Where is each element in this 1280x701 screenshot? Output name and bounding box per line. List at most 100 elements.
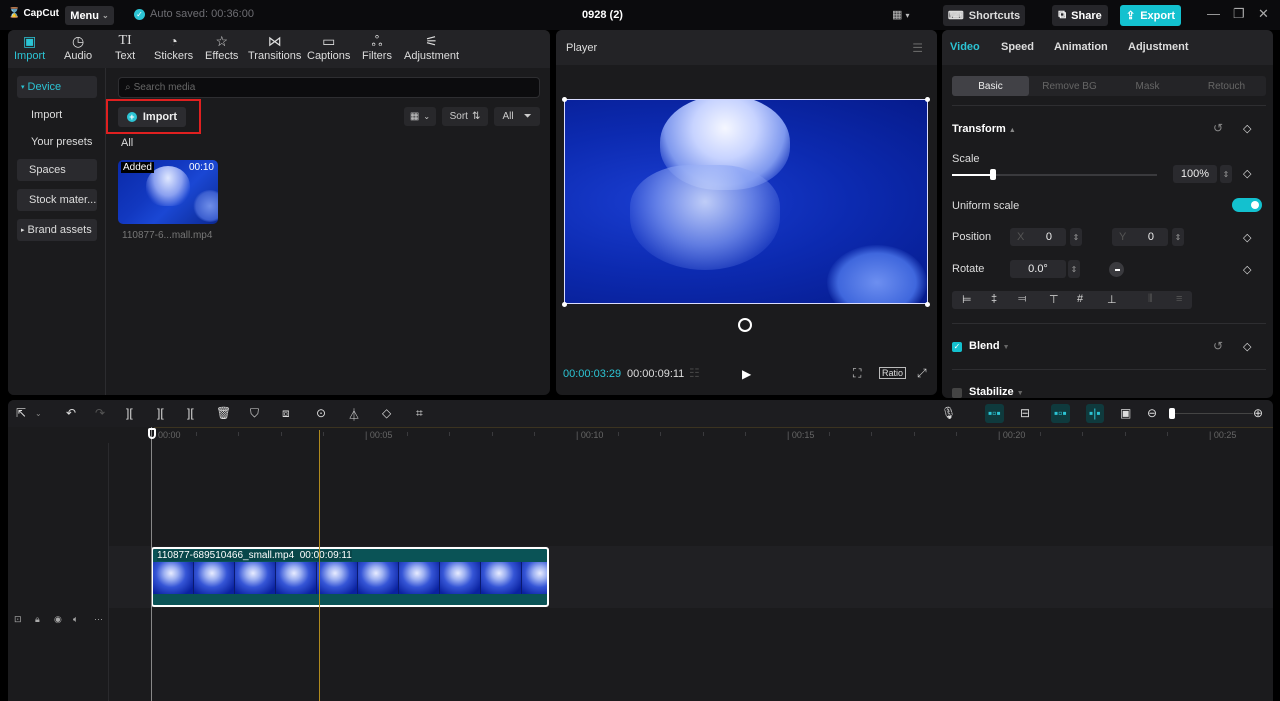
export-button[interactable]: ⇪ Export [1120,5,1181,26]
rotate-input[interactable]: 0.0° [1010,260,1066,278]
tool-adjustment[interactable]: ⚟ Adjustment [404,32,459,62]
view-mode-button[interactable]: ▦ ⌄ [404,107,436,126]
tab-adjustment[interactable]: Adjustment [1128,41,1189,53]
timeline-zoom-slider[interactable] [1175,413,1253,414]
reset-icon[interactable]: ↺ [1213,339,1223,353]
video-preview[interactable] [564,99,928,304]
tool-filters[interactable]: ஃ Filters [362,32,392,62]
microphone-icon[interactable]: 🎙 [941,406,956,420]
share-button[interactable]: ⧉ Share [1052,5,1108,26]
mark-icon[interactable]: ⛉ [250,406,259,421]
tool-transitions[interactable]: ⋈ Transitions [248,32,301,62]
undo-icon[interactable]: ↶ [66,406,76,420]
video-clip[interactable]: 110877-689510466_small.mp4 00:00:09:11 [151,547,549,607]
tab-animation[interactable]: Animation [1054,41,1108,53]
blend-title[interactable]: Blend ▼ [969,340,1010,352]
sidebar-item-spaces[interactable]: Spaces [17,159,97,181]
keyframe-icon[interactable]: ◇ [1243,263,1251,276]
player-menu-icon[interactable]: ☰ [912,41,923,55]
zoom-fit-icon[interactable]: ⛶ [853,366,861,381]
rotate-handle-icon[interactable] [738,318,752,332]
split-right-icon[interactable]: ][ [187,406,194,420]
minimize-icon[interactable]: — [1207,6,1220,21]
sort-button[interactable]: Sort ⇅ [442,107,488,126]
sidebar-item-presets[interactable]: Your presets [17,131,97,153]
rotate-icon[interactable]: ◇ [382,406,391,420]
resize-handle[interactable] [925,302,930,307]
tool-effects[interactable]: ☆ Effects [205,32,238,62]
keyframe-icon[interactable]: ◇ [1243,167,1251,180]
import-button[interactable]: + Import [118,107,186,127]
restore-icon[interactable]: ❐ [1233,6,1245,22]
lock-icon[interactable]: 🔒︎ [35,614,40,625]
position-y-input[interactable]: Y0 [1112,228,1168,246]
zoom-out-icon[interactable]: ⊖ [1147,406,1157,420]
volume-icon[interactable]: 🔈︎ [73,614,78,625]
align-center-h-icon[interactable]: ‡ [991,293,997,305]
scale-stepper[interactable]: ⇕ [1220,165,1232,183]
layout-icon[interactable]: ▦ ▾ [892,8,909,21]
tool-audio[interactable]: ◷ Audio [64,32,92,62]
sidebar-item-import[interactable]: Import [17,104,97,126]
freeze-icon[interactable]: ⧈ [282,406,290,421]
menu-button[interactable]: Menu ⌄ [65,6,114,25]
mirror-icon[interactable]: ⏃ [348,406,360,423]
close-icon[interactable]: ✕ [1258,6,1269,22]
delete-icon[interactable]: 🗑 [216,406,231,420]
sidebar-item-device[interactable]: ▾ Device [17,76,97,98]
stabilize-title[interactable]: Stabilize ▼ [969,386,1024,398]
auto-snap-icon[interactable]: ⊟ [1020,406,1030,420]
align-bottom-icon[interactable]: ⊥ [1107,293,1117,306]
resize-handle[interactable] [562,302,567,307]
select-tool-icon[interactable]: ⇱ [16,406,26,420]
tab-speed[interactable]: Speed [1001,41,1034,53]
scale-input[interactable]: 100% [1173,165,1217,183]
rotate-dial[interactable] [1109,262,1124,277]
play-button[interactable]: ▶ [742,367,751,381]
scale-slider[interactable] [952,169,1157,180]
subtab-remove-bg[interactable]: Remove BG [1031,76,1108,96]
uniform-scale-toggle[interactable] [1232,198,1262,212]
stabilize-checkbox[interactable] [952,388,962,398]
scale-slider-handle[interactable] [990,169,996,180]
zoom-to-fit-icon[interactable]: ▣ [1120,406,1131,420]
tool-stickers[interactable]: ◔ Stickers [154,32,193,62]
split-icon[interactable]: ][ [126,406,133,420]
chevron-down-icon[interactable]: ⌄ [35,409,42,418]
subtab-basic[interactable]: Basic [952,76,1029,96]
timeline-ruler[interactable]: 00:00 | 00:05 | 00:10 | 00:15 | 00:20 | 00:25 [8,427,1273,443]
shortcuts-button[interactable]: ⌨ Shortcuts [943,5,1025,26]
keyframe-icon[interactable]: ◇ [1243,231,1251,244]
resize-handle[interactable] [925,97,930,102]
keyframe-icon[interactable]: ◇ [1243,340,1251,353]
crop-icon[interactable]: ⌗ [416,406,423,421]
timeline-zoom-handle[interactable] [1168,408,1175,419]
media-thumbnail[interactable]: Added 00:10 [118,160,218,224]
fullscreen-icon[interactable]: ⤢ [917,366,927,381]
more-icon[interactable]: ··· [94,614,103,624]
position-x-stepper[interactable]: ⇕ [1070,228,1082,246]
tool-import[interactable]: ▣ Import [14,32,45,62]
main-track-magnet-icon[interactable]: ▪▫▪ [985,404,1004,423]
sidebar-item-stock[interactable]: Stock mater... [17,189,97,211]
align-left-icon[interactable]: ⊨ [962,293,972,306]
reset-icon[interactable]: ↺ [1213,121,1223,135]
subtab-retouch[interactable]: Retouch [1187,76,1266,96]
transform-title[interactable]: Transform ▲ [952,123,1016,135]
zoom-in-icon[interactable]: ⊕ [1253,406,1263,420]
sidebar-item-brand-assets[interactable]: ▸ Brand assets [17,219,97,241]
split-left-icon[interactable]: ][ [157,406,164,420]
playhead[interactable] [319,430,320,701]
align-right-icon[interactable]: ⫤ [1018,293,1026,306]
linkage-icon[interactable]: ▪▫▪ [1051,404,1070,423]
position-x-input[interactable]: X0 [1010,228,1066,246]
eye-icon[interactable]: ◉ [54,614,62,625]
resize-handle[interactable] [562,97,567,102]
ratio-button[interactable]: Ratio [879,367,907,379]
filter-button[interactable]: All ⏷ [494,107,540,126]
tab-video[interactable]: Video [950,41,980,53]
position-y-stepper[interactable]: ⇕ [1172,228,1184,246]
tool-text[interactable]: TI Text [115,32,135,62]
preview-axis-icon[interactable]: ▪|▪ [1086,404,1104,423]
playhead-handle[interactable] [148,428,156,439]
